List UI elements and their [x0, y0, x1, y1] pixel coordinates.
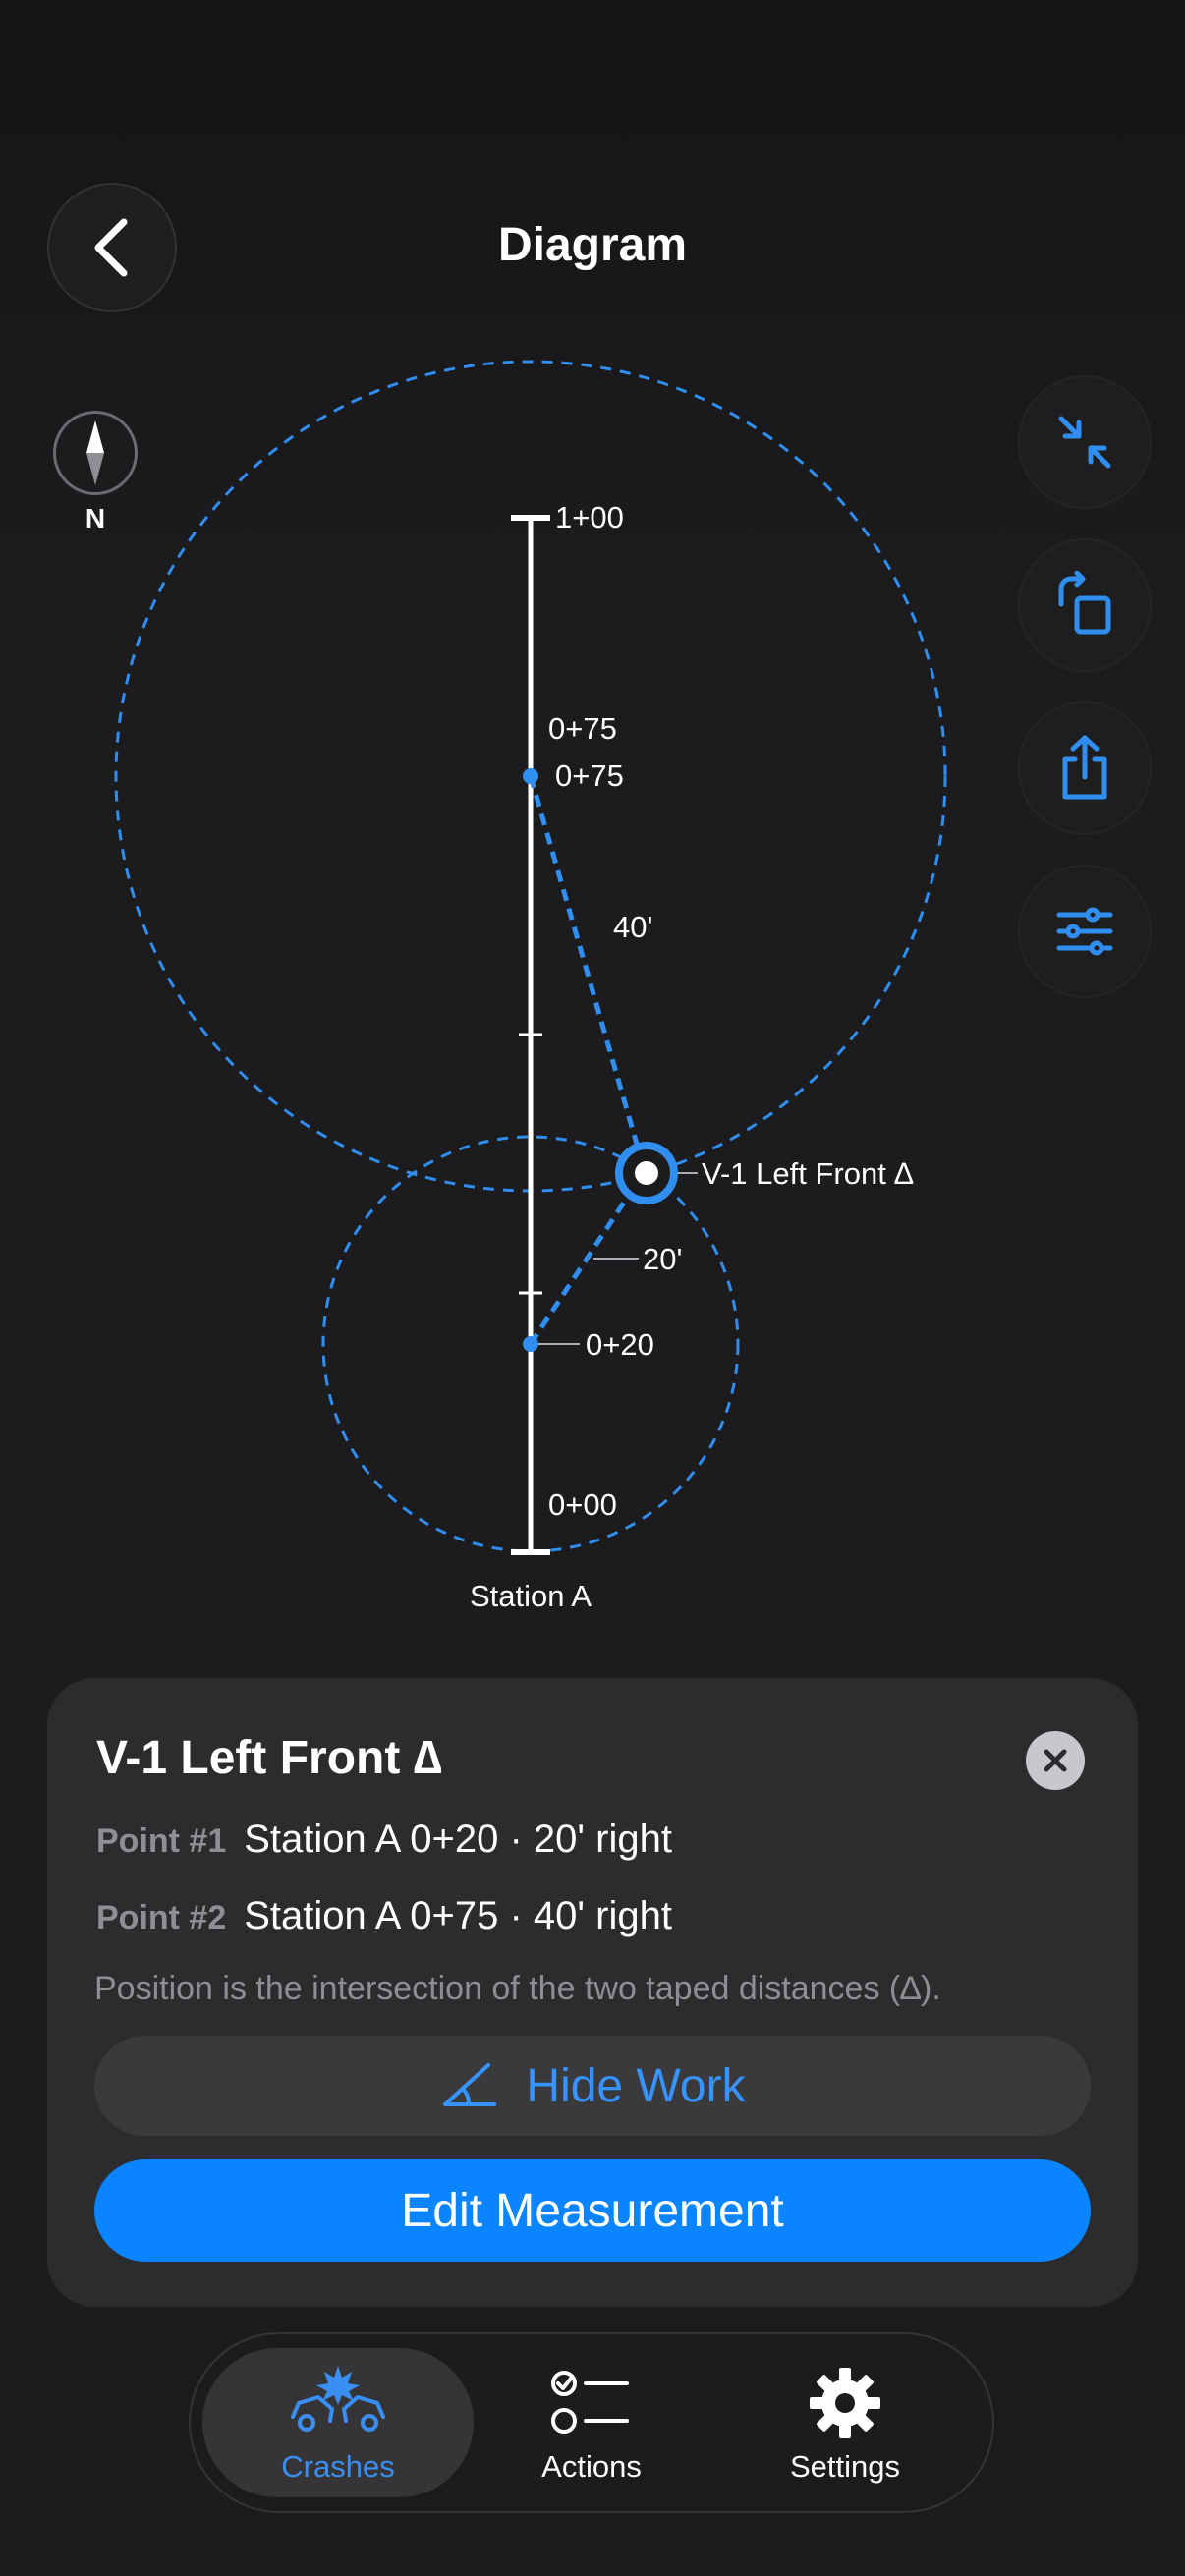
- tab-settings-label: Settings: [789, 2449, 900, 2484]
- point-label: V-1 Left Front ∆: [702, 1156, 913, 1191]
- close-button[interactable]: [1026, 1731, 1085, 1790]
- measurement-diagram[interactable]: 1+00 0+75 0+75 40' V-1 Left Front ∆ 20' …: [0, 334, 1185, 1631]
- angle-icon: [443, 2063, 497, 2106]
- position-note: Position is the intersection of the two …: [94, 1970, 941, 2007]
- intersection-dot: [635, 1161, 658, 1185]
- tick-label-100: 1+00: [555, 500, 624, 534]
- station-point-020[interactable]: [523, 1336, 538, 1352]
- point-2-value: Station A 0+75 · 40' right: [244, 1894, 672, 1937]
- close-icon: [1044, 1749, 1067, 1772]
- tick-label-075: 0+75: [555, 758, 624, 793]
- point-1-label: Point #1: [96, 1822, 227, 1860]
- point-2-row: Point #2 Station A 0+75 · 40' right: [96, 1894, 672, 1938]
- gear-icon: [810, 2368, 880, 2438]
- station-label: Station A: [470, 1579, 592, 1613]
- crash-icon: [291, 2366, 385, 2432]
- distance-label-20: 20': [643, 1242, 682, 1276]
- tick-label-000: 0+00: [548, 1487, 617, 1522]
- tab-actions-label: Actions: [541, 2449, 642, 2484]
- tick-label-075-upper: 0+75: [548, 711, 617, 746]
- tick-label-020: 0+20: [586, 1327, 654, 1362]
- distance-label-40: 40': [613, 910, 652, 944]
- tab-crashes[interactable]: Crashes: [202, 2348, 474, 2497]
- station-point-075[interactable]: [523, 768, 538, 784]
- tab-crashes-label: Crashes: [281, 2449, 395, 2484]
- point-1-value: Station A 0+20 · 20' right: [244, 1818, 672, 1861]
- hide-work-label: Hide Work: [526, 2059, 746, 2112]
- hide-work-button[interactable]: Hide Work: [94, 2036, 1091, 2136]
- tab-actions[interactable]: Actions: [456, 2348, 727, 2497]
- page-title: Diagram: [497, 219, 688, 271]
- edit-measurement-label: Edit Measurement: [401, 2184, 784, 2237]
- checklist-icon: [551, 2371, 629, 2434]
- tab-settings[interactable]: Settings: [709, 2348, 981, 2497]
- card-title: V-1 Left Front ∆: [96, 1732, 443, 1784]
- point-2-label: Point #2: [96, 1899, 227, 1936]
- measure-line-40: [528, 775, 648, 1172]
- edit-measurement-button[interactable]: Edit Measurement: [94, 2159, 1091, 2262]
- point-1-row: Point #1 Station A 0+20 · 20' right: [96, 1818, 672, 1862]
